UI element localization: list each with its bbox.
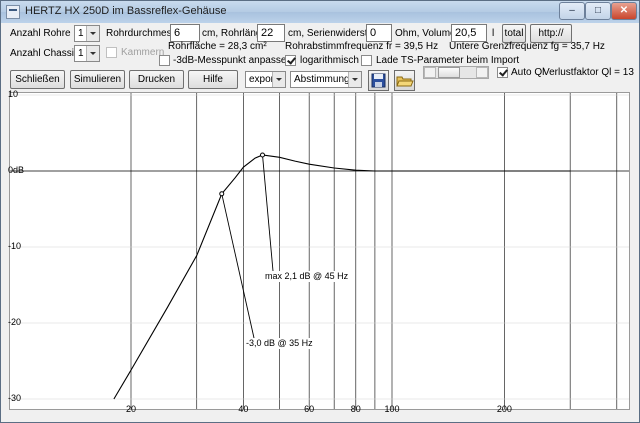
auto-ql-checkbox[interactable] (497, 67, 508, 78)
anzahl-chassis-value: 1 (78, 48, 84, 59)
logarithmisch-label: logarithmisch (300, 55, 359, 66)
kammern-checkbox[interactable] (106, 47, 117, 58)
window-title: HERTZ HX 250D im Bassreflex-Gehäuse (25, 5, 227, 17)
rohrdurchmesser-input[interactable]: 6 (170, 24, 200, 42)
anzahl-rohre-label: Anzahl Rohre : (10, 28, 77, 39)
app-icon (6, 5, 20, 19)
export-select[interactable]: export (245, 71, 286, 88)
rohrlaenge-input[interactable]: 22 (257, 24, 285, 42)
logarithmisch-checkbox[interactable] (285, 55, 296, 66)
y-tick-label: -30 (8, 393, 22, 403)
anzahl-chassis-select[interactable]: 1 (74, 45, 100, 62)
anzahl-rohre-value: 1 (78, 28, 84, 39)
messpunkt-checkbox[interactable] (159, 55, 170, 66)
annotation-label: max 2,1 dB @ 45 Hz (265, 271, 349, 282)
close-button[interactable]: ✕ (611, 2, 637, 20)
hilfe-button[interactable]: Hilfe (188, 70, 238, 89)
annotation-leader-line (262, 154, 274, 272)
scroll-right-arrow[interactable] (476, 67, 488, 78)
abstimmfrequenz-text: Rohrabstimmfrequenz fr = 39,5 Hz (285, 41, 439, 52)
x-tick-label: 100 (384, 404, 400, 414)
save-button[interactable] (368, 70, 389, 91)
scroll-thumb[interactable] (438, 67, 460, 78)
verlustfaktor-text: Verlustfaktor Ql = 13 (543, 67, 634, 78)
x-tick-label: 60 (304, 404, 315, 414)
x-tick-label: 20 (125, 404, 136, 414)
chevron-down-icon[interactable] (86, 46, 99, 61)
auto-ql-label: Auto Ql (511, 67, 545, 78)
grenzfrequenz-text: Untere Grenzfrequenz fg = 35,7 Hz (449, 41, 605, 52)
minimize-button[interactable]: – (559, 2, 585, 20)
chevron-down-icon[interactable] (272, 72, 285, 87)
x-tick-label: 80 (350, 404, 361, 414)
x-tick-label: 200 (496, 404, 512, 414)
open-button[interactable] (394, 70, 415, 91)
chevron-down-icon[interactable] (348, 72, 361, 87)
rohrflaeche-text: Rohrfläche = 28,3 cm² (168, 41, 267, 52)
frequency-response-plot (9, 92, 630, 410)
ql-scrollbar[interactable] (423, 66, 489, 79)
chevron-down-icon[interactable] (86, 26, 99, 41)
abstimmung-value: Abstimmung (294, 74, 350, 85)
annotation-marker (260, 152, 266, 158)
kammern-label: Kammern (121, 47, 165, 58)
open-folder-icon (396, 76, 414, 87)
floppy-disk-icon (371, 73, 386, 88)
drucken-button[interactable]: Drucken (129, 70, 184, 89)
annotation-leader-line (221, 193, 255, 339)
annotation-label: -3,0 dB @ 35 Hz (246, 338, 313, 349)
title-bar[interactable]: HERTZ HX 250D im Bassreflex-Gehäuse – □ … (1, 1, 639, 23)
maximize-button[interactable]: □ (585, 2, 611, 20)
y-tick-label: -20 (8, 317, 22, 327)
y-tick-label: 10 (8, 89, 19, 99)
annotation-marker (219, 191, 225, 197)
ts-parameter-checkbox[interactable] (361, 55, 372, 66)
x-tick-label: 40 (238, 404, 249, 414)
schliessen-button[interactable]: Schließen (10, 70, 65, 89)
volumen-unit: l (492, 28, 495, 39)
volumen-input[interactable]: 20,5 (451, 24, 487, 42)
simulieren-button[interactable]: Simulieren (70, 70, 125, 89)
chart-canvas (10, 93, 629, 409)
abstimmung-select[interactable]: Abstimmung (290, 71, 362, 88)
anzahl-rohre-select[interactable]: 1 (74, 25, 100, 42)
scroll-left-arrow[interactable] (424, 67, 436, 78)
y-tick-label: -10 (8, 241, 22, 251)
y-tick-label: 0dB (8, 165, 25, 175)
messpunkt-label: -3dB-Messpunkt anpassen (173, 55, 292, 66)
serienwiderstand-input[interactable]: 0 (366, 24, 392, 42)
